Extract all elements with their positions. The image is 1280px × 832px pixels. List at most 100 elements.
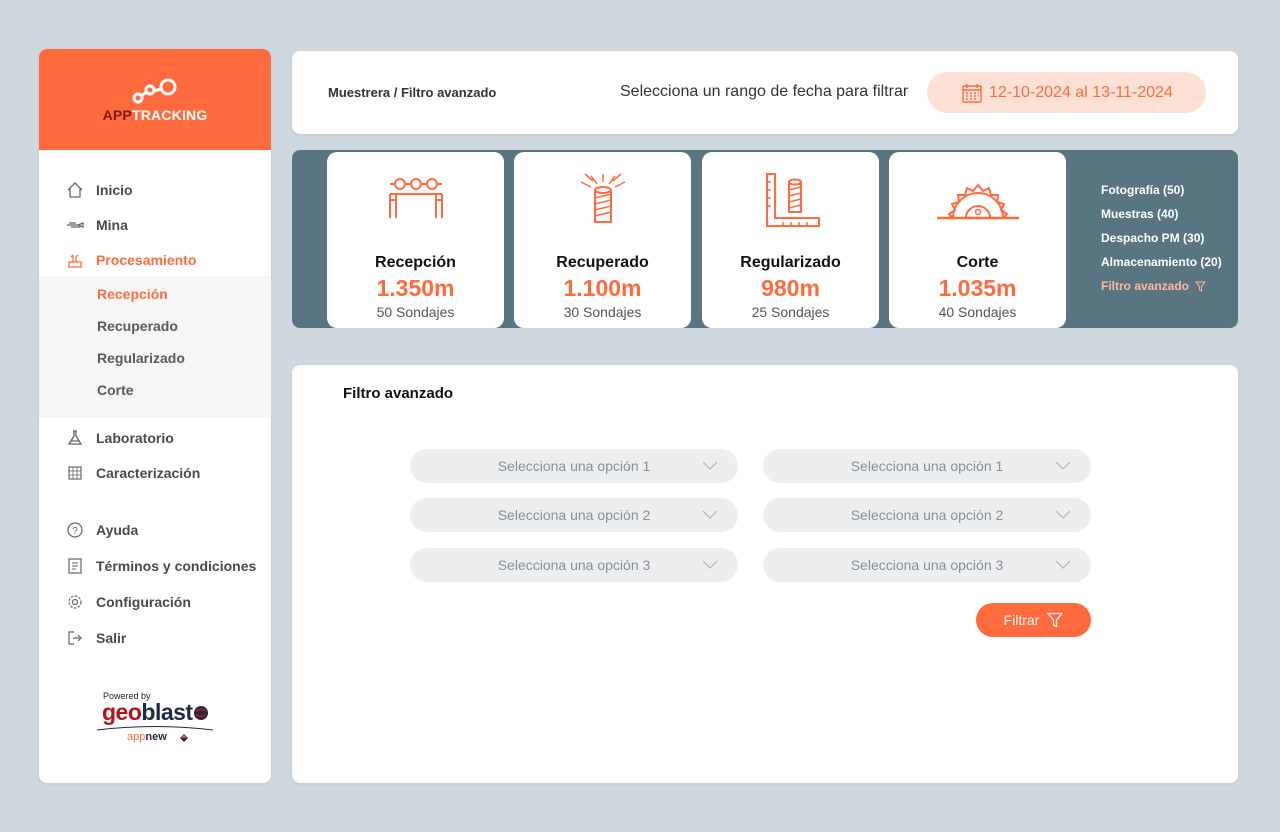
stat-card-title: Regularizado [740, 254, 841, 271]
document-icon [66, 557, 84, 575]
gear-icon [66, 593, 84, 611]
appnew-app: app [127, 731, 146, 743]
stat-card-corte[interactable]: Corte 1.035m 40 Sondajes [889, 152, 1066, 328]
stat-card-value: 1.350m [376, 275, 455, 301]
sidebar-subnav: Recepción Recuperado Regularizado Corte [39, 276, 271, 418]
sidebar-item-mina[interactable]: Mina [39, 210, 271, 240]
appnew-new: new [145, 731, 167, 743]
sidebar-item-procesamiento[interactable]: Procesamiento [39, 245, 271, 275]
stat-card-subtitle: 25 Sondajes [751, 304, 830, 320]
select-right-2[interactable]: Selecciona una opción 2 [763, 498, 1091, 532]
select-placeholder: Selecciona una opción 1 [497, 458, 651, 474]
geoblast-blast: blast [141, 699, 193, 725]
home-icon [66, 181, 84, 199]
sidebar: APPTRACKING Inicio Mina Procesamiento Re… [39, 49, 271, 783]
sidebar-item-ayuda[interactable]: ? Ayuda [39, 515, 271, 545]
link-filtro-avanzado-label: Filtro avanzado [1101, 279, 1190, 293]
characterization-icon [66, 464, 84, 482]
filter-icon [1047, 612, 1064, 628]
sidebar-item-label: Configuración [96, 594, 191, 610]
select-right-3[interactable]: Selecciona una opción 3 [763, 548, 1091, 582]
stat-card-title: Recepción [375, 254, 456, 271]
stat-card-value: 1.035m [938, 275, 1017, 301]
select-left-1[interactable]: Selecciona una opción 1 [410, 449, 738, 483]
select-placeholder: Selecciona una opción 2 [850, 507, 1004, 523]
link-despacho-pm[interactable]: Despacho PM (30) [1101, 230, 1222, 254]
stats-side-links: Fotografía (50) Muestras (40) Despacho P… [1101, 182, 1222, 302]
powered-by-logo: Powered by geoblast appnew [95, 689, 219, 749]
subnav-item-recuperado[interactable]: Recuperado [97, 315, 178, 337]
chevron-down-icon [702, 560, 718, 569]
date-range-value: 12-10-2024 al 13-11-2024 [989, 83, 1173, 101]
link-muestras[interactable]: Muestras (40) [1101, 206, 1222, 230]
brand-app: APP [102, 106, 132, 123]
logout-icon [66, 629, 84, 647]
chevron-down-icon [702, 510, 718, 519]
stat-card-regularizado[interactable]: Regularizado 980m 25 Sondajes [702, 152, 879, 328]
select-placeholder: Selecciona una opción 2 [497, 507, 651, 523]
logo-icon [132, 78, 177, 103]
sidebar-item-label: Laboratorio [96, 430, 174, 446]
processing-icon [66, 251, 84, 269]
date-range-label: Selecciona un rango de fecha para filtra… [620, 83, 909, 100]
sidebar-item-laboratorio[interactable]: Laboratorio [39, 423, 271, 453]
sidebar-item-configuracion[interactable]: Configuración [39, 587, 271, 617]
sidebar-item-label: Salir [96, 630, 127, 646]
stat-card-title: Recuperado [556, 254, 649, 271]
appnew-logo: appnew [127, 731, 167, 743]
globe-icon [194, 706, 208, 720]
sidebar-item-caracterizacion[interactable]: Caracterización [39, 458, 271, 488]
sidebar-item-label: Procesamiento [96, 252, 197, 268]
app-name: APPTRACKING [103, 107, 208, 123]
select-right-1[interactable]: Selecciona una opción 1 [763, 449, 1091, 483]
sidebar-item-inicio[interactable]: Inicio [39, 175, 271, 205]
geoblast-geo: geo [102, 699, 142, 725]
stat-card-value: 980m [761, 275, 820, 301]
chevron-down-icon [702, 461, 718, 470]
saw-icon [889, 172, 1066, 232]
link-filtro-avanzado[interactable]: Filtro avanzado [1101, 278, 1222, 302]
select-left-3[interactable]: Selecciona una opción 3 [410, 548, 738, 582]
sidebar-item-terminos[interactable]: Términos y condiciones [39, 551, 271, 581]
subnav-item-regularizado[interactable]: Regularizado [97, 347, 185, 369]
geoblast-logo: geoblast [102, 699, 193, 726]
advanced-filter-panel: Filtro avanzado Selecciona una opción 1 … [292, 365, 1238, 783]
stat-card-recepcion[interactable]: Recepción 1.350m 50 Sondajes [327, 152, 504, 328]
date-range-picker[interactable]: 12-10-2024 al 13-11-2024 [927, 72, 1206, 113]
stat-card-title: Corte [956, 254, 999, 271]
stats-band: Recepción 1.350m 50 Sondajes Recuperado … [292, 150, 1238, 328]
sidebar-item-salir[interactable]: Salir [39, 623, 271, 653]
select-left-2[interactable]: Selecciona una opción 2 [410, 498, 738, 532]
stat-card-subtitle: 40 Sondajes [938, 304, 1017, 320]
stat-card-recuperado[interactable]: Recuperado 1.100m 30 Sondajes [514, 152, 691, 328]
subnav-item-corte[interactable]: Corte [97, 379, 134, 401]
appnew-mark-icon [180, 734, 188, 742]
stat-card-subtitle: 50 Sondajes [376, 304, 455, 320]
breadcrumb: Muestrera / Filtro avanzado [328, 85, 497, 100]
help-icon: ? [66, 521, 84, 539]
app-logo[interactable]: APPTRACKING [39, 49, 271, 150]
chevron-down-icon [1055, 510, 1071, 519]
link-fotografia[interactable]: Fotografía (50) [1101, 182, 1222, 206]
select-placeholder: Selecciona una opción 3 [850, 557, 1004, 573]
sidebar-item-label: Ayuda [96, 522, 139, 538]
panel-title: Filtro avanzado [343, 385, 454, 402]
recovered-icon [514, 172, 691, 232]
stat-card-subtitle: 30 Sondajes [563, 304, 642, 320]
subnav-item-recepcion[interactable]: Recepción [97, 283, 168, 305]
chevron-down-icon [1055, 461, 1071, 470]
sidebar-item-label: Términos y condiciones [96, 558, 257, 574]
reception-icon [327, 172, 504, 232]
chevron-down-icon [1055, 560, 1071, 569]
stat-card-value: 1.100m [563, 275, 642, 301]
sidebar-item-label: Caracterización [96, 465, 201, 481]
sidebar-item-label: Inicio [96, 182, 133, 198]
link-almacenamiento[interactable]: Almacenamiento (20) [1101, 254, 1222, 278]
mine-icon [66, 216, 84, 234]
header-bar: Muestrera / Filtro avanzado Selecciona u… [292, 51, 1238, 134]
filter-button-label: Filtrar [1003, 612, 1040, 628]
calendar-icon [962, 83, 982, 103]
flask-icon [66, 429, 84, 447]
filter-button[interactable]: Filtrar [976, 603, 1091, 637]
filter-icon [1195, 281, 1207, 292]
